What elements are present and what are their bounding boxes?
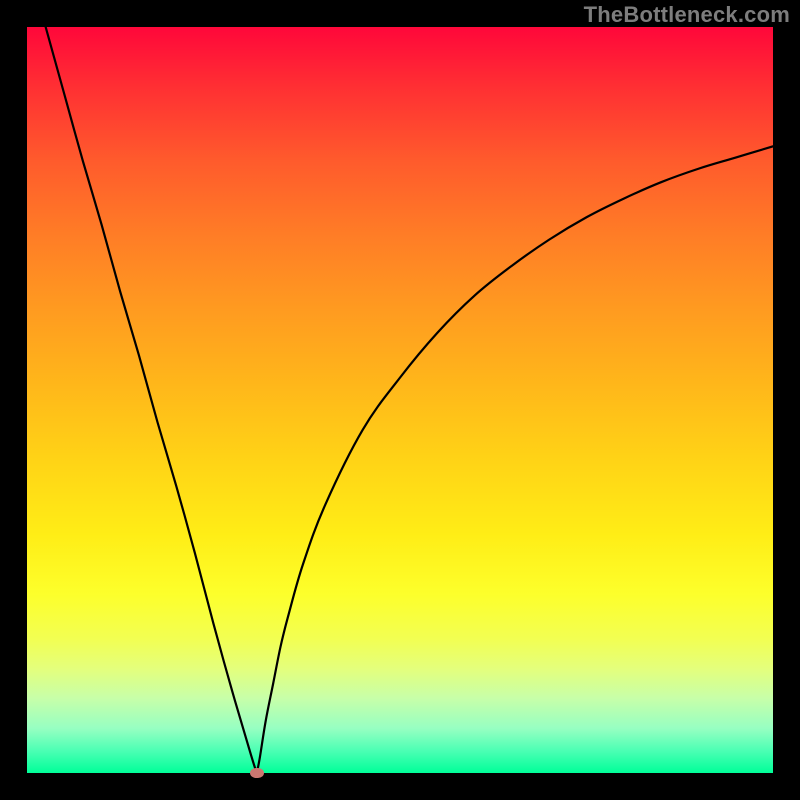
curve-right-branch: [257, 146, 773, 773]
minimum-point-marker: [250, 768, 264, 778]
watermark-text: TheBottleneck.com: [584, 2, 790, 28]
plot-area: [27, 27, 773, 773]
curve-left-branch: [46, 27, 257, 773]
outer-frame: TheBottleneck.com: [0, 0, 800, 800]
curve-svg: [27, 27, 773, 773]
